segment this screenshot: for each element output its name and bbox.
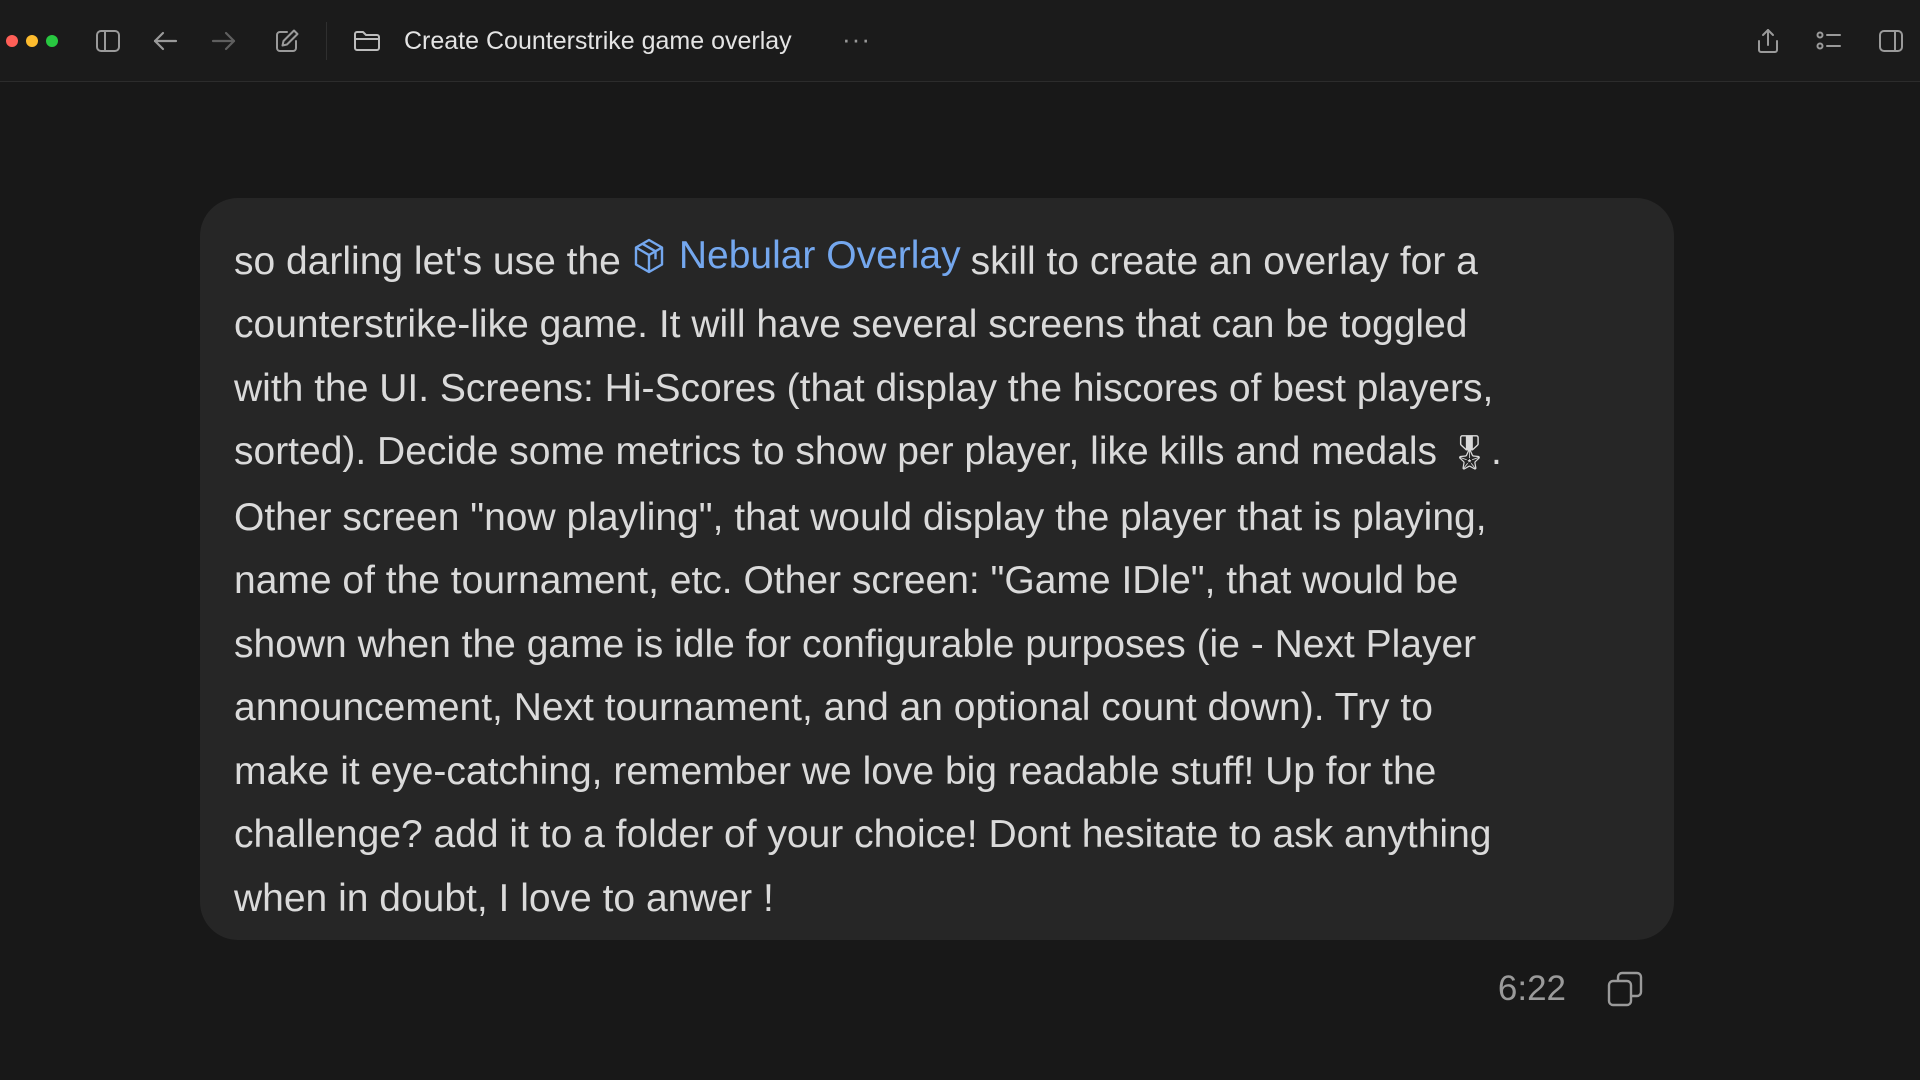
new-chat-icon[interactable] xyxy=(270,24,304,58)
message-text-end: . Other screen "now playling", that woul… xyxy=(234,430,1502,920)
back-arrow-icon[interactable] xyxy=(148,24,182,58)
copy-icon[interactable] xyxy=(1604,968,1646,1010)
user-message-text: so darling let's use the Nebular Overlay s… xyxy=(234,224,1634,930)
sidebar-toggle-icon[interactable] xyxy=(91,24,125,58)
user-message-bubble: so darling let's use the Nebular Overlay s… xyxy=(200,198,1674,940)
list-icon[interactable] xyxy=(1812,24,1846,58)
share-icon[interactable] xyxy=(1751,24,1785,58)
medal-emoji: 🎖 xyxy=(1447,434,1491,473)
message-text-after-skill: skill to create an overlay for a xyxy=(970,239,1478,283)
skill-name: Nebular Overlay xyxy=(678,234,961,277)
zoom-window-button[interactable] xyxy=(46,35,58,47)
title-bar: Create Counterstrike game overlay ··· xyxy=(0,0,1920,82)
message-timestamp: 6:22 xyxy=(1497,969,1566,1008)
more-options-button[interactable]: ··· xyxy=(842,24,871,58)
close-window-button[interactable] xyxy=(6,35,18,47)
right-panel-icon[interactable] xyxy=(1874,24,1908,58)
chat-title[interactable]: Create Counterstrike game overlay xyxy=(404,24,792,58)
forward-arrow-icon[interactable] xyxy=(207,24,241,58)
skill-chip[interactable]: Nebular Overlay xyxy=(633,224,961,288)
folder-icon[interactable] xyxy=(350,24,384,58)
cube-icon xyxy=(634,238,664,273)
message-text-before-skill: so darling let's use the xyxy=(234,239,621,283)
toolbar-divider xyxy=(326,22,327,60)
minimize-window-button[interactable] xyxy=(26,35,38,47)
message-text-middle: counterstrike-like game. It will have se… xyxy=(234,303,1494,474)
